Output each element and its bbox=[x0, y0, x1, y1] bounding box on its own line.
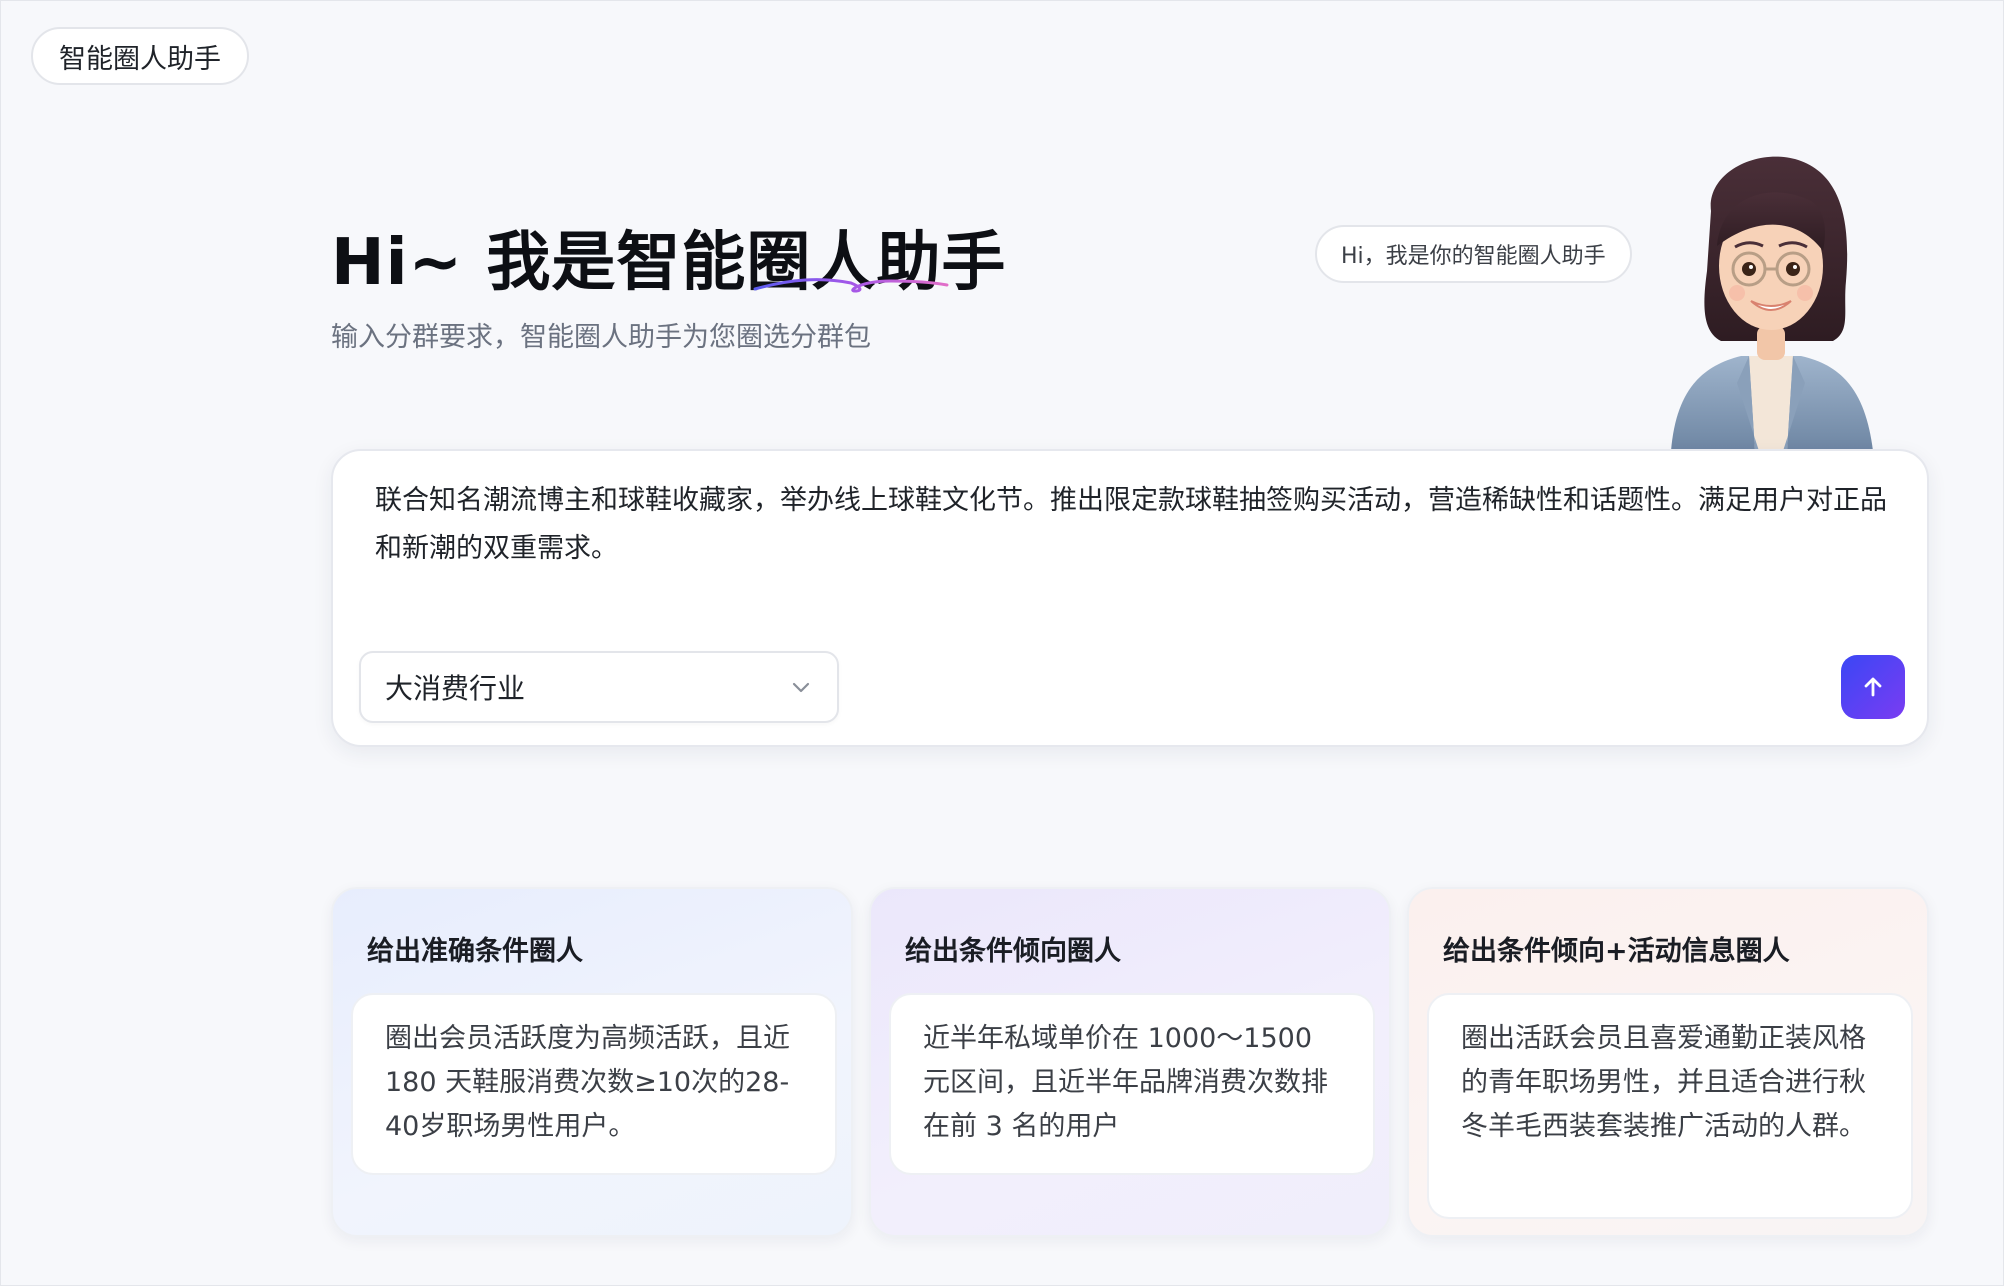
example-card-precise[interactable]: 给出准确条件圈人 圈出会员活跃度为高频活跃，且近 180 天鞋服消费次数≥10次… bbox=[331, 887, 853, 1237]
app-tag-label: 智能圈人助手 bbox=[59, 43, 221, 75]
example-card-title: 给出条件倾向圈人 bbox=[905, 936, 1121, 967]
assistant-greeting-bubble: Hi，我是你的智能圈人助手 bbox=[1315, 225, 1632, 283]
example-card-tendency-activity[interactable]: 给出条件倾向+活动信息圈人 圈出活跃会员且喜爱通勤正装风格的青年职场男性，并且适… bbox=[1407, 887, 1929, 1237]
industry-select[interactable]: 大消费行业 bbox=[359, 651, 839, 723]
example-card-body[interactable]: 圈出会员活跃度为高频活跃，且近 180 天鞋服消费次数≥10次的28-40岁职场… bbox=[351, 993, 837, 1175]
example-card-title: 给出条件倾向+活动信息圈人 bbox=[1443, 936, 1790, 967]
example-card-title: 给出准确条件圈人 bbox=[367, 936, 583, 967]
chevron-down-icon bbox=[792, 682, 810, 693]
arrow-up-icon bbox=[1864, 677, 1882, 697]
prompt-input[interactable]: 联合知名潮流博主和球鞋收藏家，举办线上球鞋文化节。推出限定款球鞋抽签购买活动，营… bbox=[375, 477, 1895, 573]
title-underline-decoration bbox=[753, 278, 949, 293]
page-subtitle: 输入分群要求，智能圈人助手为您圈选分群包 bbox=[331, 322, 871, 353]
prompt-input-card[interactable]: 联合知名潮流博主和球鞋收藏家，举办线上球鞋文化节。推出限定款球鞋抽签购买活动，营… bbox=[331, 449, 1929, 747]
page: 智能圈人助手 Hi~ 我是智能圈人助手 输入分群要求，智能圈人助手为您圈选分群包… bbox=[0, 0, 2004, 1286]
assistant-greeting-text: Hi，我是你的智能圈人助手 bbox=[1341, 244, 1606, 269]
assistant-avatar-icon bbox=[1671, 156, 1873, 451]
app-tag[interactable]: 智能圈人助手 bbox=[31, 27, 249, 85]
example-card-body[interactable]: 圈出活跃会员且喜爱通勤正装风格的青年职场男性，并且适合进行秋冬羊毛西装套装推广活… bbox=[1427, 993, 1913, 1219]
industry-select-value: 大消费行业 bbox=[385, 672, 526, 705]
send-button[interactable] bbox=[1841, 655, 1905, 719]
example-card-body[interactable]: 近半年私域单价在 1000～1500 元区间，且近半年品牌消费次数排在前 3 名… bbox=[889, 993, 1375, 1175]
example-card-tendency[interactable]: 给出条件倾向圈人 近半年私域单价在 1000～1500 元区间，且近半年品牌消费… bbox=[869, 887, 1391, 1237]
example-cards: 给出准确条件圈人 圈出会员活跃度为高频活跃，且近 180 天鞋服消费次数≥10次… bbox=[331, 887, 1931, 1239]
